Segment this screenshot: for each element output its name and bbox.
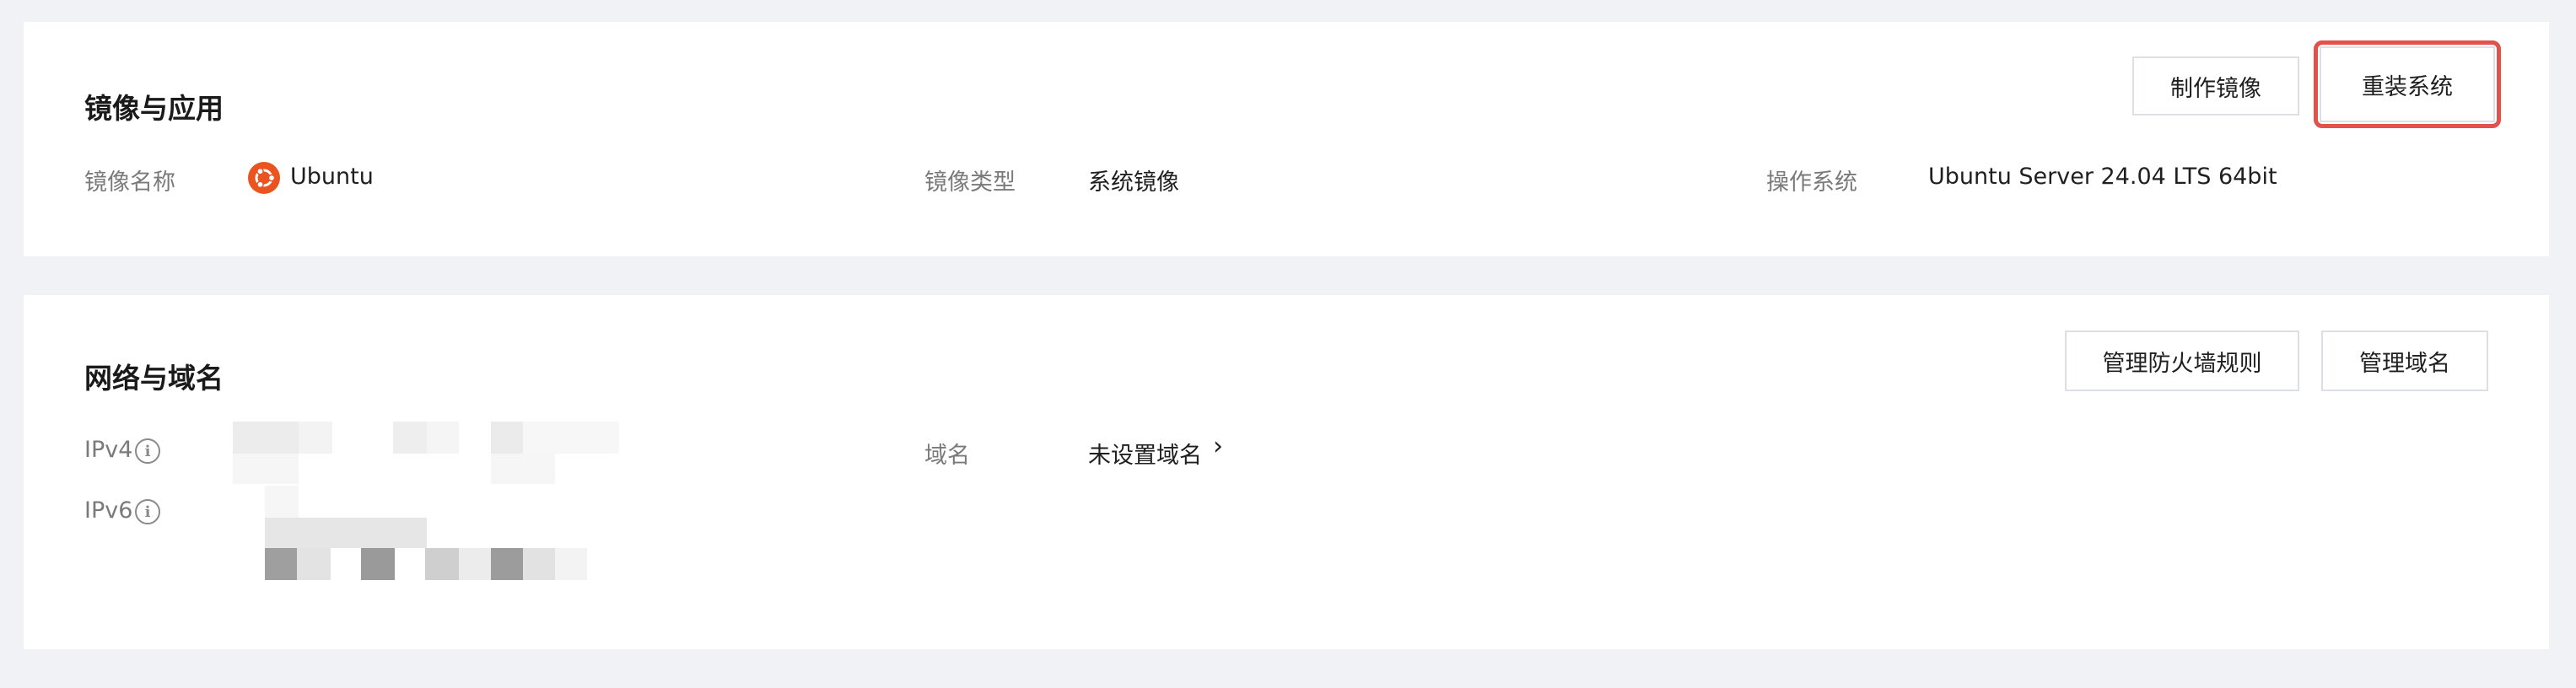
network-domain-card: 网络与域名 管理防火墙规则 管理域名 IPv4 i IPv6 i 域名 未设置域… [24, 295, 2549, 649]
image-type-value: 系统镜像 [1088, 169, 1179, 196]
manage-firewall-button[interactable]: 管理防火墙规则 [2065, 331, 2299, 391]
domain-label: 域名 [924, 443, 970, 469]
ipv6-value-redacted [265, 486, 619, 595]
ubuntu-logo-icon [248, 162, 280, 194]
reinstall-highlight-frame [2314, 40, 2501, 128]
ipv4-label: IPv4 [84, 437, 133, 463]
os-label: 操作系统 [1766, 169, 1857, 196]
image-type-label: 镜像类型 [924, 169, 1016, 196]
image-name-value: Ubuntu [290, 164, 374, 190]
ipv4-value-redacted [233, 422, 646, 489]
os-value: Ubuntu Server 24.04 LTS 64bit [1928, 164, 2277, 190]
image-app-card: 镜像与应用 制作镜像 重装系统 镜像名称 Ubuntu 镜像类型 系统镜像 操作… [24, 22, 2549, 256]
create-image-button[interactable]: 制作镜像 [2132, 56, 2299, 116]
manage-domain-button[interactable]: 管理域名 [2321, 331, 2488, 391]
ipv4-info-icon[interactable]: i [135, 438, 160, 464]
ipv6-info-icon[interactable]: i [135, 499, 160, 524]
chevron-right-icon[interactable]: › [1213, 432, 1223, 461]
image-app-title: 镜像与应用 [84, 92, 224, 125]
domain-value-link[interactable]: 未设置域名 [1088, 437, 1202, 470]
image-name-label: 镜像名称 [84, 169, 175, 196]
ipv6-label: IPv6 [84, 497, 133, 524]
network-domain-title: 网络与域名 [84, 362, 224, 395]
